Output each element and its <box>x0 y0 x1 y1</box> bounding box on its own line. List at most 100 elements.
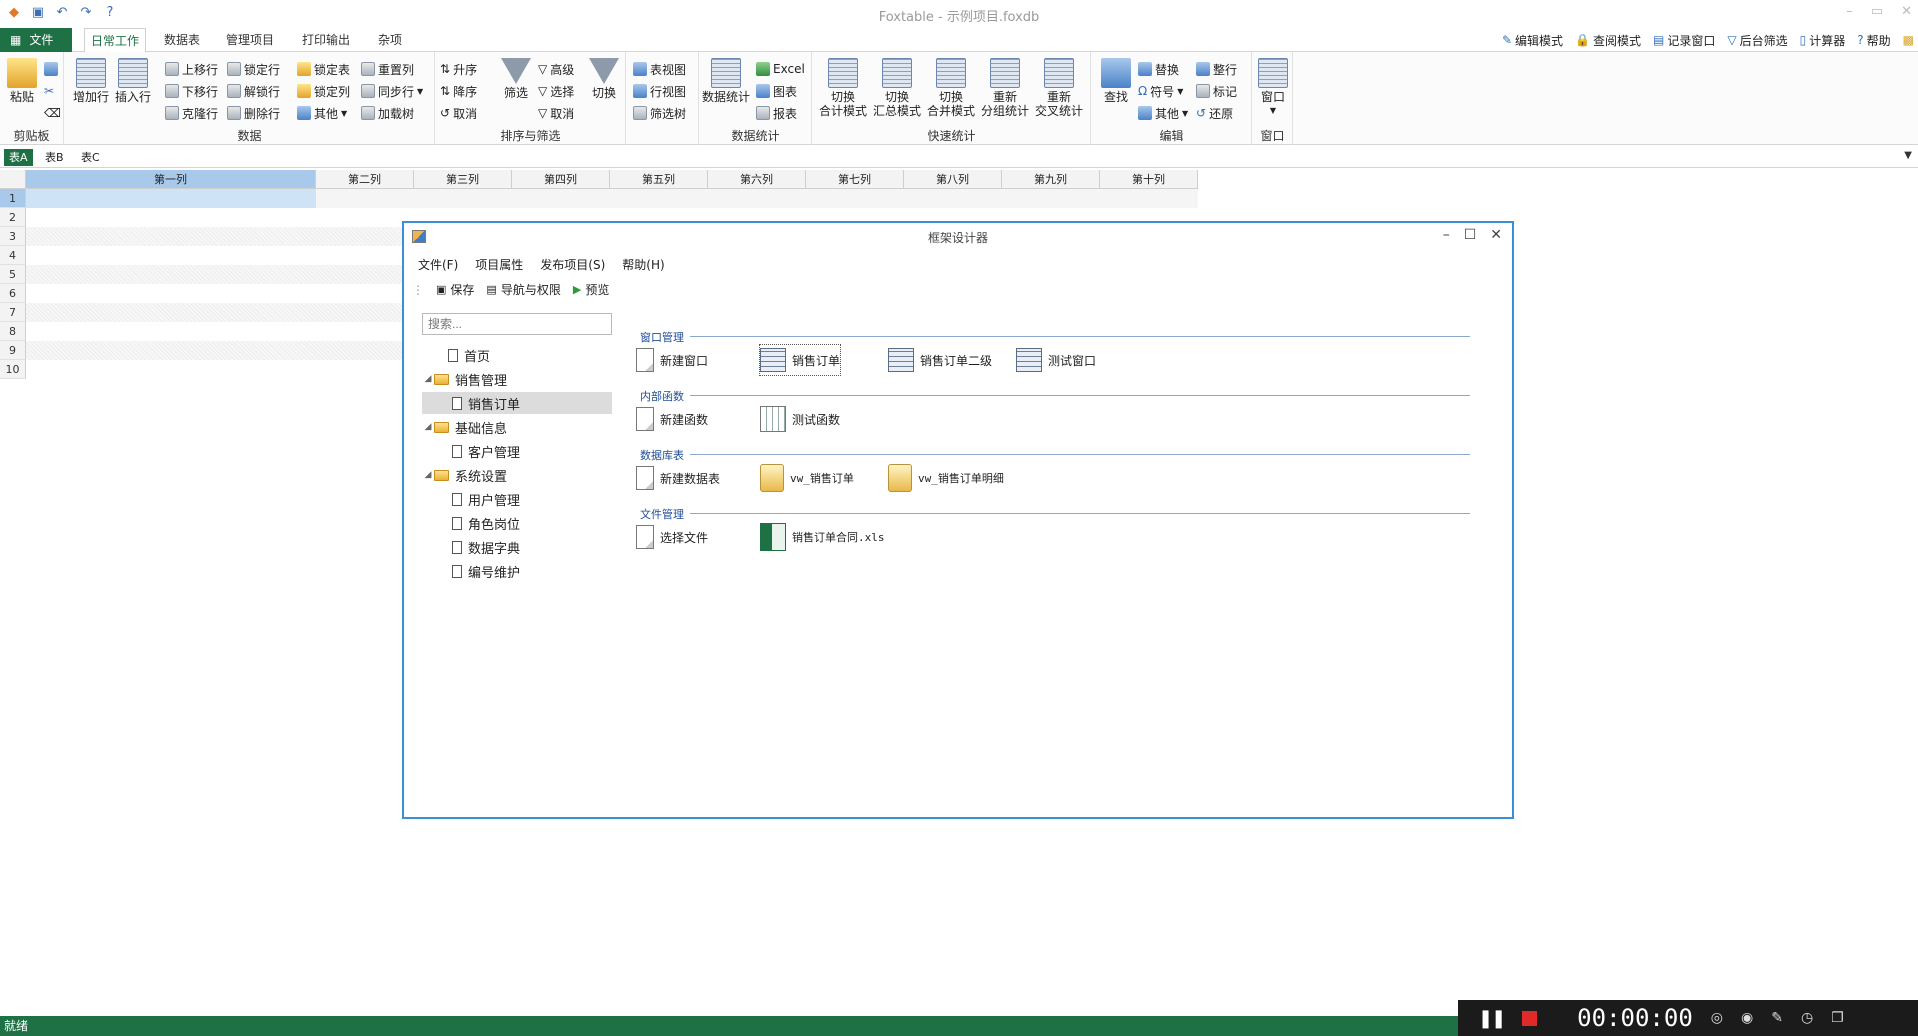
close-icon[interactable]: ✕ <box>1490 227 1502 243</box>
read-mode-button[interactable]: 🔒 查阅模式 <box>1575 32 1641 49</box>
edit-mode-button[interactable]: ✎ 编辑模式 <box>1502 32 1563 49</box>
cancel-filter-button[interactable]: ▽ 取消 <box>538 104 574 122</box>
sheet-tab-a[interactable]: 表A <box>4 149 33 166</box>
skin-button[interactable]: ▩ <box>1903 33 1914 47</box>
screenshot-region-icon[interactable]: ◎ <box>1711 1010 1723 1026</box>
menu-file[interactable]: 文件(F) <box>418 256 458 273</box>
cut-button[interactable]: ✂ <box>44 82 54 100</box>
tab-daily-work[interactable]: 日常工作 <box>84 28 147 53</box>
sheet-tab-c[interactable]: 表C <box>76 149 105 166</box>
row-header[interactable]: 5 <box>0 265 26 284</box>
tree-node-home[interactable]: 首页 <box>422 344 612 366</box>
nav-permissions-button[interactable]: ▤ 导航与权限 <box>486 281 560 298</box>
save-button[interactable]: ▣ 保存 <box>436 281 474 298</box>
item-new-function[interactable]: 新建函数 <box>636 404 708 434</box>
menu-help[interactable]: 帮助(H) <box>622 256 664 273</box>
row-header[interactable]: 2 <box>0 208 26 227</box>
item-new-datatable[interactable]: 新建数据表 <box>636 463 720 493</box>
table-row[interactable] <box>26 189 1198 208</box>
filter-button[interactable]: 筛选 <box>496 58 536 100</box>
grid-corner[interactable] <box>0 170 26 189</box>
tab-print-output[interactable]: 打印输出 <box>296 28 356 52</box>
record-window-button[interactable]: ▤ 记录窗口 <box>1653 32 1715 49</box>
sort-ascending-button[interactable]: ⇅ 升序 <box>440 60 477 78</box>
add-row-button[interactable]: 增加行 <box>71 58 111 104</box>
column-header-7[interactable]: 第七列 <box>806 170 904 189</box>
tree-node-data-dictionary[interactable]: 数据字典 <box>422 536 612 558</box>
switch-summary-mode-button[interactable]: 切换 汇总模式 <box>871 58 923 118</box>
tree-node-user-management[interactable]: 用户管理 <box>422 488 612 510</box>
column-header-2[interactable]: 第二列 <box>316 170 414 189</box>
delete-row-button[interactable]: 删除行 <box>227 104 280 122</box>
unlock-row-button[interactable]: 解锁行 <box>227 82 280 100</box>
tree-node-roles[interactable]: 角色岗位 <box>422 512 612 534</box>
tree-expander-icon[interactable]: ◢ <box>422 422 434 432</box>
filter-tree-button[interactable]: 筛选树 <box>633 104 686 122</box>
row-header[interactable]: 3 <box>0 227 26 246</box>
pen-icon[interactable]: ✎ <box>1771 1010 1783 1026</box>
item-sales-order-level2-window[interactable]: 销售订单二级 <box>888 345 992 375</box>
switch-filter-button[interactable]: 切换 <box>584 58 624 100</box>
row-header[interactable]: 7 <box>0 303 26 322</box>
stop-icon[interactable] <box>1522 1010 1538 1026</box>
move-down-button[interactable]: 下移行 <box>165 82 218 100</box>
tree-node-system-settings[interactable]: ◢ 系统设置 <box>422 464 612 486</box>
chart-button[interactable]: 图表 <box>756 82 797 100</box>
symbol-button[interactable]: Ω 符号 ▼ <box>1138 82 1183 100</box>
row-header[interactable]: 4 <box>0 246 26 265</box>
item-test-window[interactable]: 测试窗口 <box>1016 345 1096 375</box>
table-view-button[interactable]: 表视图 <box>633 60 686 78</box>
item-vw-sales-order[interactable]: vw_销售订单 <box>760 463 854 493</box>
item-new-window[interactable]: 新建窗口 <box>636 345 708 375</box>
sort-cancel-button[interactable]: ↺ 取消 <box>440 104 477 122</box>
tab-data-table[interactable]: 数据表 <box>158 28 206 52</box>
column-header-8[interactable]: 第八列 <box>904 170 1002 189</box>
other-data-button[interactable]: 其他 ▼ <box>297 104 347 122</box>
sheet-tab-b[interactable]: 表B <box>40 149 69 166</box>
selected-cell[interactable] <box>26 189 316 208</box>
row-header[interactable]: 9 <box>0 341 26 360</box>
paste-button[interactable]: 粘贴 <box>2 58 42 104</box>
load-tree-button[interactable]: 加载树 <box>361 104 414 122</box>
advanced-filter-button[interactable]: ▽ 高级 <box>538 60 574 78</box>
clone-row-button[interactable]: 克隆行 <box>165 104 218 122</box>
row-view-button[interactable]: 行视图 <box>633 82 686 100</box>
row-header[interactable]: 10 <box>0 360 26 379</box>
whole-row-button[interactable]: 整行 <box>1196 60 1237 78</box>
item-select-file[interactable]: 选择文件 <box>636 522 708 552</box>
switch-merge-mode-button[interactable]: 切换 合并模式 <box>925 58 977 118</box>
other-edit-button[interactable]: 其他 ▼ <box>1138 104 1188 122</box>
help-button[interactable]: ? 帮助 <box>1857 32 1890 49</box>
maximize-icon[interactable]: ▭ <box>1871 4 1883 19</box>
row-header[interactable]: 6 <box>0 284 26 303</box>
tree-node-number-maintenance[interactable]: 编号维护 <box>422 560 612 582</box>
column-header-6[interactable]: 第六列 <box>708 170 806 189</box>
excel-button[interactable]: Excel <box>756 60 805 78</box>
restore-button[interactable]: ↺ 还原 <box>1196 104 1233 122</box>
recross-stats-button[interactable]: 重新 交叉统计 <box>1033 58 1085 118</box>
maximize-icon[interactable]: ☐ <box>1464 227 1477 243</box>
lock-column-button[interactable]: 锁定列 <box>297 82 350 100</box>
timer-icon[interactable]: ◷ <box>1801 1010 1813 1026</box>
item-sales-contract-xls[interactable]: 销售订单合同.xls <box>760 522 885 552</box>
file-tab[interactable]: ▦ 文件 <box>0 28 72 52</box>
tree-node-basic-info[interactable]: ◢ 基础信息 <box>422 416 612 438</box>
column-header-5[interactable]: 第五列 <box>610 170 708 189</box>
column-header-1[interactable]: 第一列 <box>26 170 316 189</box>
replace-button[interactable]: 替换 <box>1138 60 1179 78</box>
insert-row-button[interactable]: 插入行 <box>113 58 153 104</box>
row-header[interactable]: 1 <box>0 189 26 208</box>
sort-descending-button[interactable]: ⇅ 降序 <box>440 82 477 100</box>
item-sales-order-window[interactable]: 销售订单 <box>758 344 842 376</box>
tree-node-sales-order[interactable]: 销售订单 <box>422 392 612 414</box>
regroup-stats-button[interactable]: 重新 分组统计 <box>979 58 1031 118</box>
tree-expander-icon[interactable]: ◢ <box>422 374 434 384</box>
select-filter-button[interactable]: ▽ 选择 <box>538 82 574 100</box>
pause-icon[interactable]: ❚❚ <box>1478 1008 1506 1029</box>
calculator-button[interactable]: ▯ 计算器 <box>1800 32 1846 49</box>
minimize-icon[interactable]: – <box>1443 227 1450 243</box>
tab-misc[interactable]: 杂项 <box>372 28 408 52</box>
item-test-function[interactable]: 测试函数 <box>760 404 840 434</box>
switch-total-mode-button[interactable]: 切换 合计模式 <box>817 58 869 118</box>
mark-button[interactable]: 标记 <box>1196 82 1237 100</box>
